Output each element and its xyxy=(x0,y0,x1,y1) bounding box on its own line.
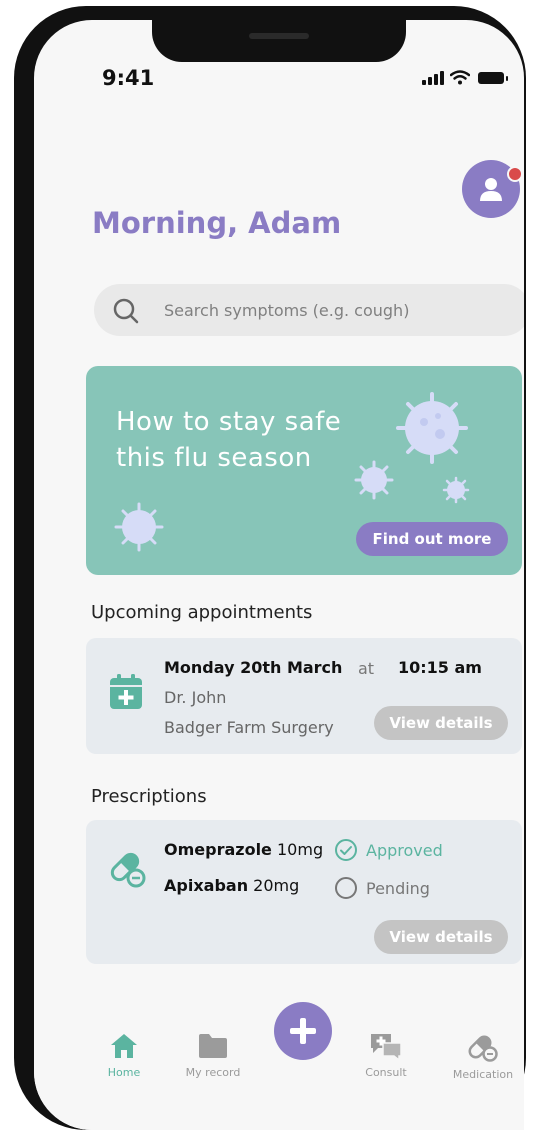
virus-icon xyxy=(114,502,164,552)
app-screen: 9:41 Morning, Adam Search symptoms (e.g.… xyxy=(34,20,524,1130)
prescription-status: Pending xyxy=(334,876,430,900)
calendar-plus-icon xyxy=(110,674,142,709)
prescription-status: Approved xyxy=(334,838,443,862)
search-input[interactable] xyxy=(164,294,514,326)
appointments-heading: Upcoming appointments xyxy=(91,602,313,623)
empty-circle-icon xyxy=(335,877,357,899)
nav-home[interactable]: Home xyxy=(92,1032,156,1079)
nav-add-button[interactable] xyxy=(274,1002,332,1060)
notification-dot xyxy=(507,166,523,182)
signal-icon xyxy=(422,71,444,85)
status-time: 9:41 xyxy=(102,66,155,90)
appointment-card[interactable]: Monday 20th March at 10:15 am Dr. John B… xyxy=(86,638,522,754)
appointment-time: 10:15 am xyxy=(398,658,482,677)
speaker-grille xyxy=(249,33,309,39)
appointment-at: at xyxy=(358,659,375,678)
nav-label: Home xyxy=(107,1066,141,1079)
home-icon xyxy=(111,1034,137,1058)
status-pending: Pending xyxy=(366,878,430,898)
prescription-view-details-button[interactable]: View details xyxy=(374,920,508,954)
find-out-more-button[interactable]: Find out more xyxy=(356,522,508,556)
appointment-doctor: Dr. John xyxy=(164,688,227,707)
greeting-title: Morning, Adam xyxy=(92,206,342,240)
drug-name: Apixaban xyxy=(164,876,249,895)
phone-frame: 9:41 Morning, Adam Search symptoms (e.g.… xyxy=(14,6,526,1130)
plus-icon xyxy=(290,1018,316,1044)
flu-banner[interactable]: How to stay safe this flu season Find ou… xyxy=(86,366,522,575)
chat-medical-icon xyxy=(371,1034,402,1060)
virus-icon xyxy=(442,476,470,504)
nav-consult[interactable]: Consult xyxy=(354,1032,418,1079)
appointment-surgery: Badger Farm Surgery xyxy=(164,718,334,737)
prescriptions-heading: Prescriptions xyxy=(91,786,207,807)
status-approved: Approved xyxy=(366,840,443,860)
drug-name: Omeprazole xyxy=(164,840,272,859)
prescription-row: Omeprazole 10mg xyxy=(164,840,323,859)
battery-icon xyxy=(478,72,508,84)
pill-icon xyxy=(110,852,146,888)
pill-icon xyxy=(468,1035,498,1062)
drug-dose: 10mg xyxy=(277,840,324,859)
status-icons xyxy=(422,70,508,85)
nav-label: My record xyxy=(185,1066,241,1079)
nav-label: Medication xyxy=(452,1068,514,1081)
search-icon xyxy=(113,298,139,324)
check-circle-icon xyxy=(335,839,357,861)
search-bar[interactable] xyxy=(94,284,524,336)
appointment-view-details-button[interactable]: View details xyxy=(374,706,508,740)
wifi-icon xyxy=(450,70,470,85)
nav-label: Consult xyxy=(365,1066,407,1079)
virus-icon xyxy=(396,392,468,464)
phone-notch xyxy=(152,20,406,62)
banner-title: How to stay safe this flu season xyxy=(116,407,342,473)
bottom-nav: Home My record Consult Medication xyxy=(34,1002,524,1130)
user-icon xyxy=(480,178,502,201)
prescriptions-card[interactable]: Omeprazole 10mg Approved Apixaban 20mg P… xyxy=(86,820,522,964)
virus-icon xyxy=(354,460,394,500)
nav-my-record[interactable]: My record xyxy=(174,1032,252,1079)
folder-icon xyxy=(199,1034,227,1058)
appointment-date: Monday 20th March xyxy=(164,658,343,677)
prescription-row: Apixaban 20mg xyxy=(164,876,299,895)
drug-dose: 20mg xyxy=(253,876,300,895)
nav-medication[interactable]: Medication xyxy=(442,1032,524,1081)
